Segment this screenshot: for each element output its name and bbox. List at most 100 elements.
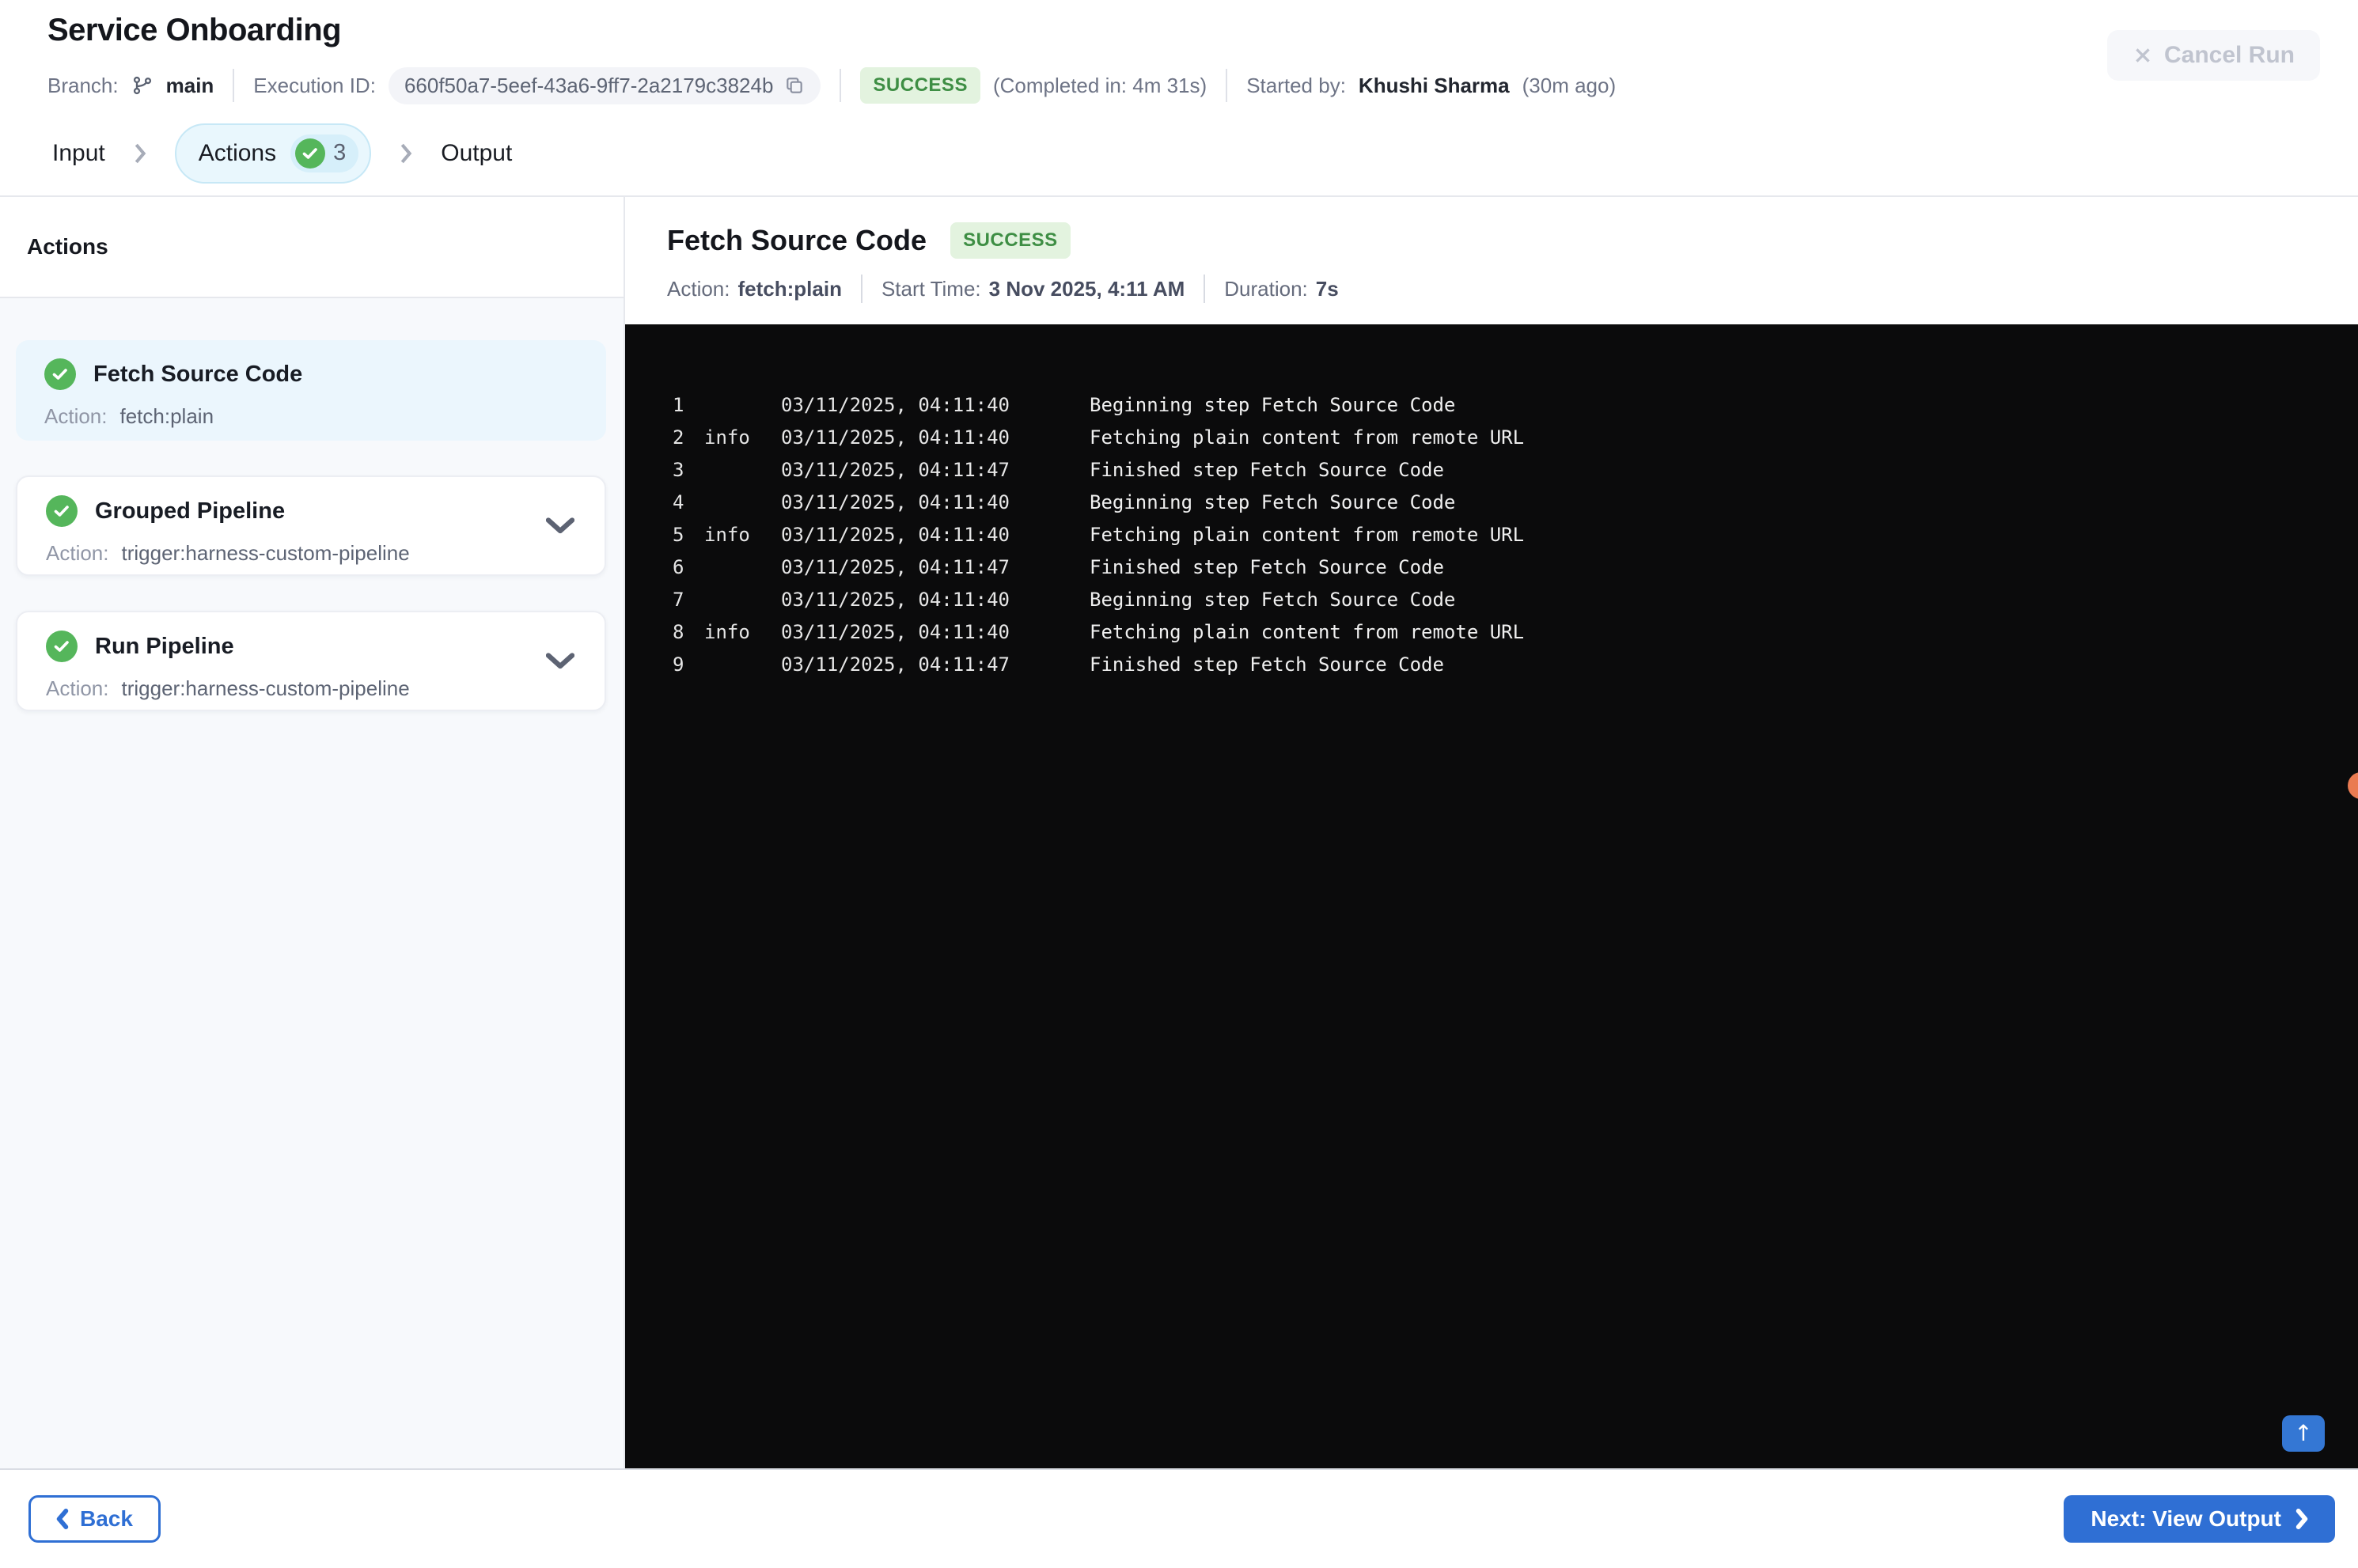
divider xyxy=(233,69,235,102)
log-line: 5 info 03/11/2025, 04:11:40 Fetching plain … xyxy=(673,519,2326,551)
page-header: Service Onboarding Branch: main Executio… xyxy=(0,0,2358,111)
step-detail-header: Fetch Source Code SUCCESS Action: fetch:… xyxy=(625,197,2358,324)
card-title-row: Grouped Pipeline xyxy=(46,495,581,527)
execution-meta-row: Branch: main Execution ID: 660f50a7-5eef… xyxy=(47,66,1616,104)
log-level xyxy=(704,487,781,519)
action-label: Action: xyxy=(44,404,108,428)
back-label: Back xyxy=(80,1506,133,1531)
divider xyxy=(1204,275,1206,303)
action-value: fetch:plain xyxy=(119,404,214,428)
divider xyxy=(1226,69,1228,102)
card-action-row: Action: trigger:harness-custom-pipeline xyxy=(46,676,581,701)
next-view-output-button[interactable]: Next: View Output xyxy=(2064,1495,2335,1543)
copy-icon[interactable] xyxy=(784,75,805,96)
log-line-number: 6 xyxy=(673,556,684,578)
chevron-right-icon xyxy=(2295,1509,2308,1529)
execution-id-label: Execution ID: xyxy=(253,73,376,97)
log-timestamp: 03/11/2025, 04:11:40 xyxy=(781,524,1010,546)
card-title: Fetch Source Code xyxy=(93,361,303,387)
started-by-label: Started by: xyxy=(1246,73,1346,97)
log-level xyxy=(704,454,781,487)
meta-value: 3 Nov 2025, 4:11 AM xyxy=(988,276,1185,301)
meta-action: Action: fetch:plain xyxy=(667,277,842,301)
log-message: Finished step Fetch Source Code xyxy=(1090,459,1444,481)
notification-dot xyxy=(2348,772,2358,799)
log-line-number: 7 xyxy=(673,589,684,611)
action-card-run-pipeline[interactable]: Run Pipeline Action: trigger:harness-cus… xyxy=(16,611,606,711)
action-card-list: Fetch Source Code Action: fetch:plain Gr… xyxy=(0,298,624,746)
card-action-row: Action: fetch:plain xyxy=(44,404,582,429)
log-level: info xyxy=(704,426,750,449)
log-line: 1 03/11/2025, 04:11:40 Beginning step Fetc… xyxy=(673,389,2326,422)
log-line: 6 03/11/2025, 04:11:47 Finished step Fetch… xyxy=(673,551,2326,584)
log-timestamp: 03/11/2025, 04:11:40 xyxy=(781,426,1010,449)
branch-label: Branch: xyxy=(47,73,119,97)
sidebar-heading: Actions xyxy=(0,197,624,298)
cancel-run-button[interactable]: Cancel Run xyxy=(2106,30,2320,81)
log-message: Fetching plain content from remote URL xyxy=(1090,621,1525,643)
footer-bar: Back Next: View Output xyxy=(0,1468,2358,1568)
log-timestamp: 03/11/2025, 04:11:47 xyxy=(781,459,1010,481)
log-level xyxy=(704,584,781,616)
log-level xyxy=(704,649,781,681)
log-message: Fetching plain content from remote URL xyxy=(1090,524,1525,546)
log-line: 9 03/11/2025, 04:11:47 Finished step Fetch… xyxy=(673,649,2326,681)
expand-card-button[interactable] xyxy=(543,514,578,538)
actions-count: 3 xyxy=(333,140,347,165)
actions-count-badge: 3 xyxy=(290,134,359,172)
card-title-row: Run Pipeline xyxy=(46,631,581,662)
tab-actions[interactable]: Actions 3 xyxy=(174,123,372,184)
card-title: Run Pipeline xyxy=(95,633,234,659)
log-level xyxy=(704,389,781,422)
started-by-name: Khushi Sharma xyxy=(1358,73,1510,97)
log-line-number: 5 xyxy=(673,524,684,546)
branch-name: main xyxy=(165,73,214,97)
arrow-up-icon: ↑ xyxy=(2294,1420,2313,1446)
step-status-badge: SUCCESS xyxy=(950,222,1071,259)
run-status-badge: SUCCESS xyxy=(860,67,980,104)
scroll-to-top-button[interactable]: ↑ xyxy=(2282,1415,2325,1452)
action-card-grouped-pipeline[interactable]: Grouped Pipeline Action: trigger:harness… xyxy=(16,475,606,576)
meta-label: Duration: xyxy=(1224,276,1308,301)
log-timestamp: 03/11/2025, 04:11:47 xyxy=(781,556,1010,578)
log-line: 3 03/11/2025, 04:11:47 Finished step Fetch… xyxy=(673,454,2326,487)
log-level xyxy=(704,551,781,584)
chevron-down-icon xyxy=(546,652,574,668)
chevron-left-icon xyxy=(56,1509,69,1529)
log-line: 2 info 03/11/2025, 04:11:40 Fetching plain … xyxy=(673,422,2326,454)
log-message: Finished step Fetch Source Code xyxy=(1090,653,1444,676)
completed-in-text: (Completed in: 4m 31s) xyxy=(992,73,1207,97)
back-button[interactable]: Back xyxy=(28,1495,161,1543)
action-card-fetch-source-code[interactable]: Fetch Source Code Action: fetch:plain xyxy=(16,340,606,441)
expand-card-button[interactable] xyxy=(543,650,578,673)
git-branch-icon xyxy=(131,74,154,97)
tab-input[interactable]: Input xyxy=(52,140,105,167)
log-level: info xyxy=(704,524,750,546)
chevron-right-icon xyxy=(134,142,146,165)
log-timestamp: 03/11/2025, 04:11:40 xyxy=(781,621,1010,643)
log-console[interactable]: 1 03/11/2025, 04:11:40 Beginning step Fetc… xyxy=(625,324,2358,1468)
log-timestamp: 03/11/2025, 04:11:40 xyxy=(781,394,1010,416)
divider xyxy=(840,69,842,102)
step-detail-panel: Fetch Source Code SUCCESS Action: fetch:… xyxy=(625,197,2358,1468)
content-area: Actions Fetch Source Code Action: fetch:… xyxy=(0,197,2358,1468)
log-line-number: 8 xyxy=(673,621,684,643)
action-value: trigger:harness-custom-pipeline xyxy=(121,676,410,700)
close-icon xyxy=(2136,48,2150,62)
meta-duration: Duration: 7s xyxy=(1224,277,1338,301)
actions-sidebar: Actions Fetch Source Code Action: fetch:… xyxy=(0,197,625,1468)
action-label: Action: xyxy=(46,541,109,565)
chevron-down-icon xyxy=(546,517,574,533)
chevron-right-icon xyxy=(400,142,412,165)
log-line-number: 4 xyxy=(673,491,684,513)
card-title-row: Fetch Source Code xyxy=(44,358,582,390)
tab-output[interactable]: Output xyxy=(441,140,512,167)
meta-label: Start Time: xyxy=(881,276,981,301)
log-line-number: 9 xyxy=(673,653,684,676)
log-timestamp: 03/11/2025, 04:11:47 xyxy=(781,653,1010,676)
log-message: Fetching plain content from remote URL xyxy=(1090,426,1525,449)
divider xyxy=(860,275,862,303)
step-meta-row: Action: fetch:plain Start Time: 3 Nov 20… xyxy=(667,275,2358,303)
success-check-icon xyxy=(44,358,76,390)
card-title: Grouped Pipeline xyxy=(95,498,286,524)
